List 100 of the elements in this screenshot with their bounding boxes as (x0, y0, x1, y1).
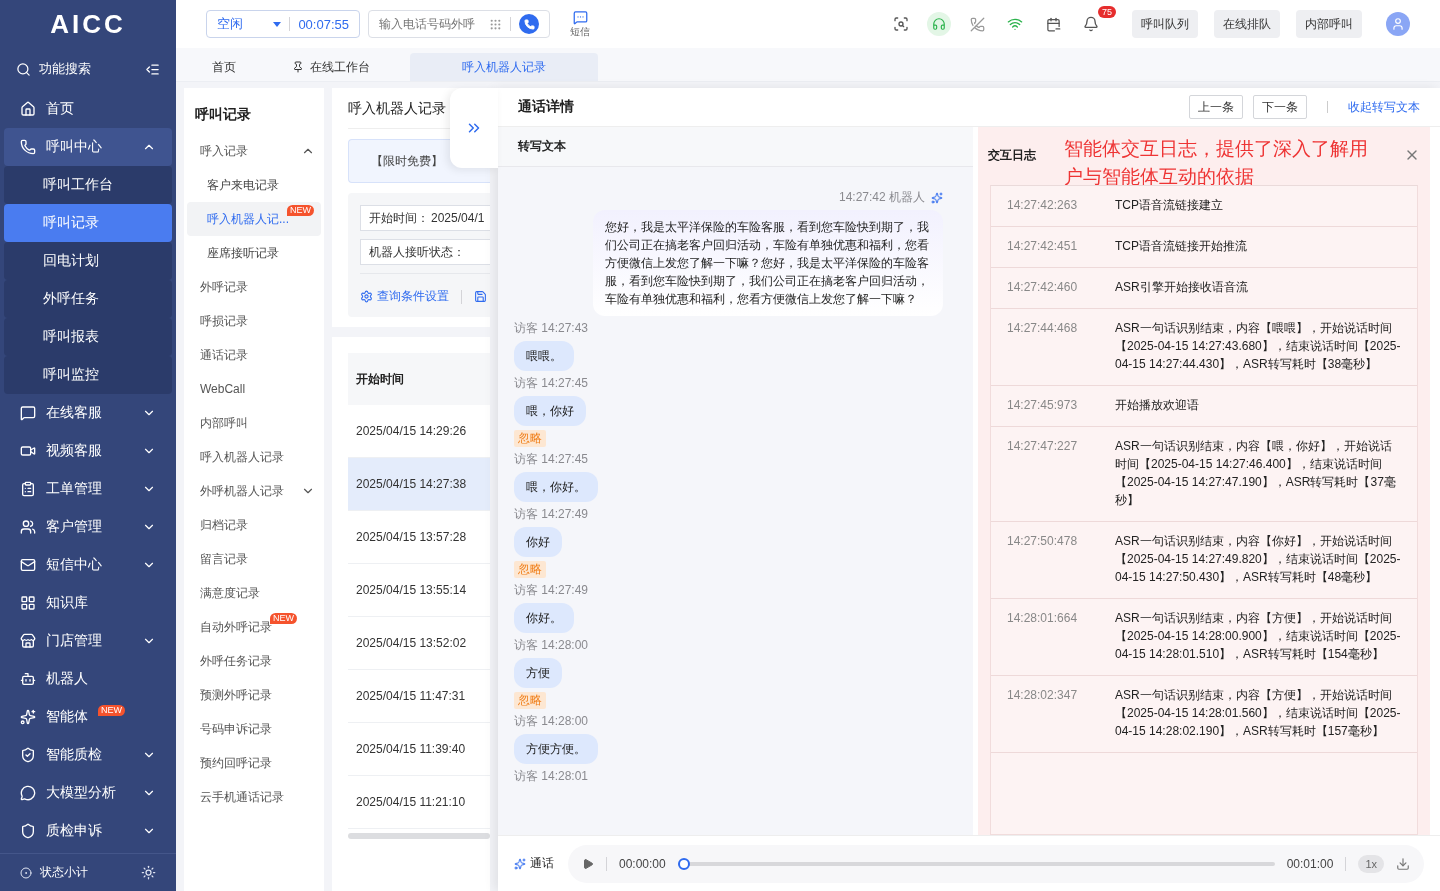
drawer-title: 通话详情 (518, 98, 574, 116)
message-bubble: 喂，你好。 (514, 472, 598, 502)
nav-item[interactable]: 呼叫中心 (4, 128, 172, 166)
top-button[interactable]: 呼叫队列 (1132, 10, 1198, 38)
subnav-item[interactable]: 预测外呼记录 (187, 678, 321, 712)
subnav-item[interactable]: 呼入记录 (187, 134, 321, 168)
subnav-item[interactable]: 满意度记录 (187, 576, 321, 610)
collapse-transcript-link[interactable]: 收起转写文本 (1348, 98, 1420, 116)
nav-subitem[interactable]: 回电计划 (4, 242, 172, 280)
nav-subitem[interactable]: 呼叫报表 (4, 318, 172, 356)
nav-item[interactable]: 视频客服 (4, 432, 172, 470)
tab[interactable]: 首页 (196, 53, 252, 81)
search-link[interactable]: 功能搜索 (39, 60, 137, 78)
top-button[interactable]: 在线排队 (1214, 10, 1280, 38)
section-title: 交互日志 (988, 147, 1036, 164)
subnav-item[interactable]: 内部呼叫 (187, 406, 321, 440)
phone-number-field[interactable]: 输入电话号码外呼 (377, 16, 481, 32)
robot-icon (20, 671, 36, 687)
ai-icon (931, 191, 943, 204)
chat-icon (20, 405, 36, 421)
subnav-item[interactable]: 客户来电记录 (187, 168, 321, 202)
nav-item[interactable]: 质检申诉 (4, 812, 172, 850)
call-button[interactable] (519, 14, 539, 34)
notification-count: 75 (1098, 6, 1116, 18)
nav-subitem[interactable]: 呼叫监控 (4, 356, 172, 394)
table-row[interactable]: 2025/04/15 14:27:38 (348, 458, 490, 511)
dial-field[interactable]: 输入电话号码外呼 (368, 10, 550, 38)
nav-item[interactable]: 知识库 (4, 584, 172, 622)
progress-track[interactable] (677, 857, 1275, 870)
nav-item[interactable]: 大模型分析 (4, 774, 172, 812)
nav-item[interactable]: 在线客服 (4, 394, 172, 432)
top-button[interactable]: 内部呼叫 (1296, 10, 1362, 38)
status-select[interactable]: 空闲 00:07:55 (206, 10, 360, 38)
nav-item[interactable]: 机器人 (4, 660, 172, 698)
status-summary[interactable]: 状态小计 (40, 864, 133, 881)
log-text: ASR一句话识别结束，内容【方便】，开始说话时间【2025-04-15 14:28:00.900】，结束说话时间【2025-04-15 14:28:01.510】，ASR转写耗时【154毫秒】 (1115, 610, 1401, 663)
message-meta: 访客 14:27:45 (514, 451, 589, 468)
filter-field[interactable]: 开始时间： 2025/04/1 (360, 205, 490, 231)
subnav-item[interactable]: 外呼任务记录 (187, 644, 321, 678)
speed-button[interactable]: 1x (1358, 854, 1384, 873)
log-time: 14:27:44:468 (1007, 320, 1079, 337)
log-text: ASR引擎开始接收语音流 (1115, 279, 1249, 296)
subnav-item[interactable]: 归档记录 (187, 508, 321, 542)
nav-subitem[interactable]: 外呼任务 (4, 280, 172, 318)
subnav-item[interactable]: 座席接听记录 (187, 236, 321, 270)
previous-button[interactable]: 上一条 (1189, 95, 1243, 119)
keypad-icon[interactable] (489, 17, 502, 31)
ai-icon (514, 857, 526, 870)
shield-check-icon (20, 747, 36, 763)
sparkles-icon (20, 709, 36, 725)
subnav-item[interactable]: 呼入机器人记录 (187, 440, 321, 474)
query-settings-link[interactable]: 查询条件设置 (377, 288, 449, 305)
avatar-icon[interactable] (1386, 12, 1410, 36)
nav-item[interactable]: 短信中心 (4, 546, 172, 584)
nav-subitem[interactable]: 呼叫工作台 (4, 166, 172, 204)
subnav-item[interactable]: 号码申诉记录 (187, 712, 321, 746)
progress-thumb[interactable] (677, 857, 690, 870)
log-text: 开始播放欢迎语 (1115, 397, 1200, 414)
subnav-item[interactable]: 外呼机器人记录 (187, 474, 321, 508)
nav-item[interactable]: 首页 (4, 90, 172, 128)
message-bubble: 喂，你好 (514, 396, 586, 426)
panel-title: 呼叫记录 (194, 105, 252, 124)
save-icon[interactable] (474, 290, 487, 303)
nav-subitem[interactable]: 呼叫记录 (4, 204, 172, 242)
message-meta: 访客 14:28:00 (514, 713, 589, 730)
subnav-item[interactable]: 通话记录 (187, 338, 321, 372)
annotation-text: 智能体交互日志，提供了深入了解用户与智能体互动的依据 (1064, 137, 1369, 189)
envelope-icon (20, 557, 36, 573)
sms-button[interactable]: 短信 (570, 9, 590, 39)
message-meta: 访客 14:28:00 (514, 637, 589, 654)
nav-item[interactable]: 客户管理 (4, 508, 172, 546)
log-text: TCP语音流链接开始推流 (1115, 238, 1248, 255)
message-meta: 14:27:42 机器人 (838, 189, 925, 206)
subnav-item[interactable]: 云手机通话记录 (187, 780, 321, 814)
phone-icon (20, 139, 36, 155)
theme-icon[interactable] (141, 865, 156, 880)
logo: AICC (49, 7, 127, 41)
subnav-item[interactable]: 呼损记录 (187, 304, 321, 338)
subnav-item[interactable]: 留言记录 (187, 542, 321, 576)
nav-item[interactable]: 智能质检 (4, 736, 172, 774)
chat-bubble-icon (20, 785, 36, 801)
subnav-item[interactable]: WebCall (187, 372, 321, 406)
ignored-tag: 忽略 (514, 430, 546, 447)
tab[interactable]: 呼入机器人记录 (410, 53, 598, 81)
nav-item[interactable]: 工单管理 (4, 470, 172, 508)
nav-item[interactable]: 智能体 NEW (4, 698, 172, 736)
total-time: 00:01:00 (1286, 856, 1334, 871)
message-meta: 访客 14:27:45 (514, 375, 589, 392)
filter-field[interactable]: 机器人接听状态： (360, 239, 490, 265)
clipboard-icon (20, 481, 36, 497)
nav-item[interactable]: 门店管理 (4, 622, 172, 660)
headset-icon[interactable] (927, 12, 951, 36)
subnav-item[interactable]: 预约回呼记录 (187, 746, 321, 780)
subnav-item[interactable]: 外呼记录 (187, 270, 321, 304)
tab[interactable]: 在线工作台 (276, 53, 386, 81)
next-button[interactable]: 下一条 (1253, 95, 1307, 119)
message-bubble: 方便 (514, 658, 562, 688)
collapse-menu-icon[interactable] (145, 61, 160, 77)
download-icon[interactable] (1396, 856, 1410, 871)
play-icon[interactable] (582, 857, 594, 870)
